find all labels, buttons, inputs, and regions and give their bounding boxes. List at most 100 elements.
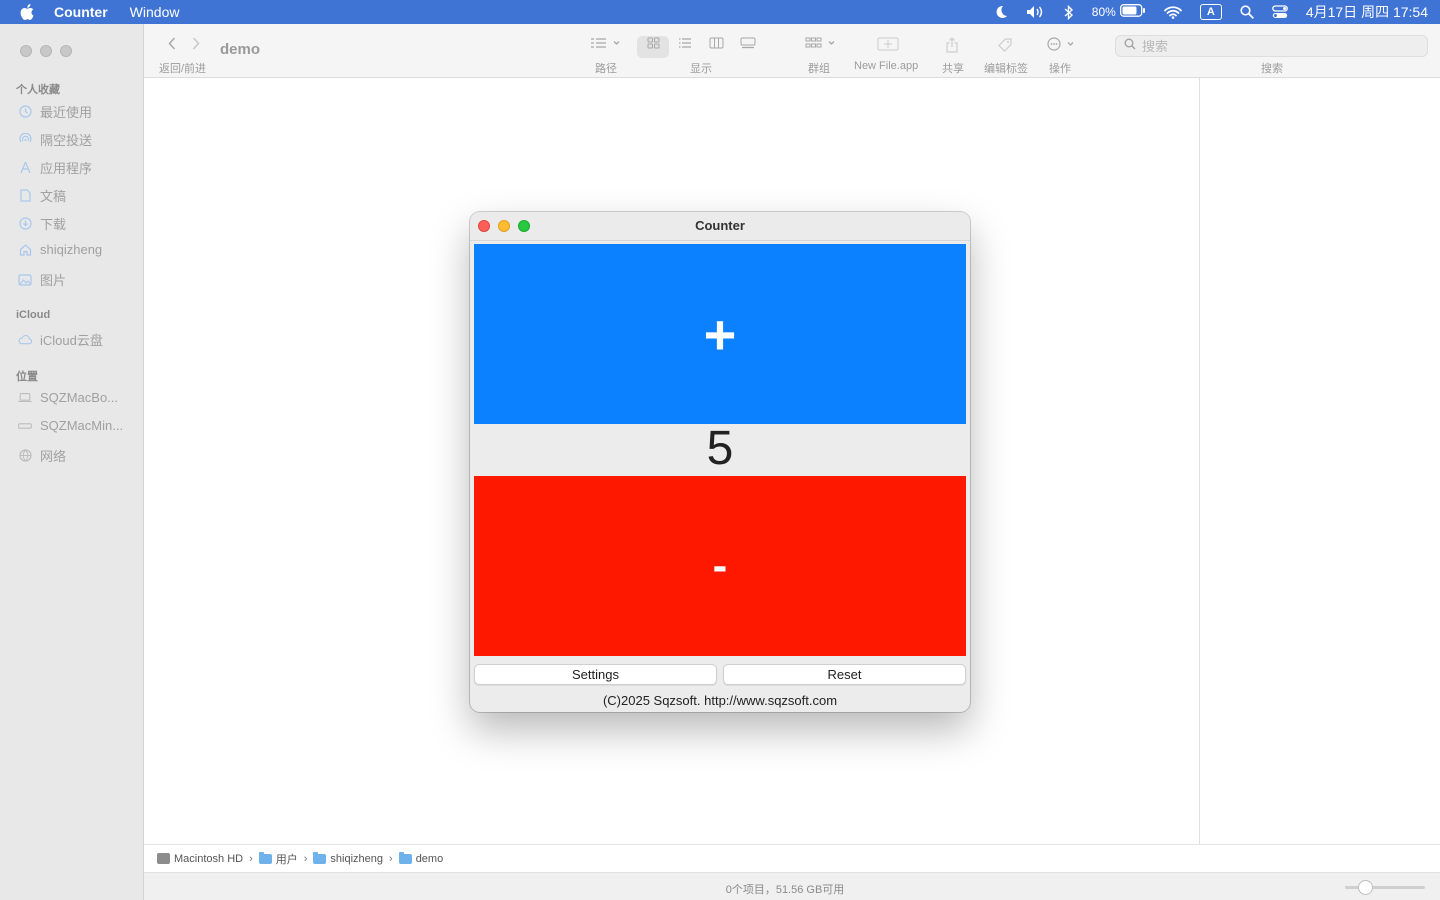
airdrop-icon — [18, 133, 32, 147]
nav-label: 返回/前进 — [159, 63, 207, 75]
sidebar-item-label: 最近使用 — [40, 105, 93, 120]
menu-window[interactable]: Window — [119, 4, 191, 20]
reset-button[interactable]: Reset — [723, 664, 966, 685]
path-bar: Macintosh HD › 用户 › shiqizheng › demo — [144, 844, 1440, 872]
path-label: 路径 — [595, 63, 617, 75]
sidebar-heading-locations: 位置 — [16, 371, 38, 383]
path-item-demo[interactable]: demo — [398, 851, 444, 865]
status-bar: 0个项目，51.56 GB可用 — [144, 872, 1440, 900]
counter-titlebar[interactable]: Counter — [470, 212, 970, 241]
sidebar-item-label: iCloud云盘 — [40, 333, 103, 348]
sidebar-item-label: 文稿 — [40, 189, 67, 204]
list-view-icon[interactable] — [678, 37, 692, 49]
sidebar-item-pictures[interactable]: 图片 — [18, 270, 66, 289]
counter-window: Counter + 5 - Settings Reset (C)2025 Sqz… — [470, 212, 970, 712]
sidebar-heading-favorites: 个人收藏 — [16, 84, 60, 96]
input-method-indicator[interactable]: A — [1199, 4, 1222, 20]
path-item-label: 用户 — [275, 853, 298, 866]
chevron-right-icon: › — [249, 852, 253, 865]
path-item-label: demo — [415, 852, 444, 865]
sidebar-item-airdrop[interactable]: 隔空投送 — [18, 130, 92, 149]
photo-icon — [18, 273, 32, 287]
icon-size-slider[interactable] — [1345, 886, 1425, 889]
menu-bar: Counter Window 80% A 4月17日 周四 17:54 — [0, 0, 1440, 24]
folder-icon — [398, 851, 412, 864]
sidebar-item-label: SQZMacMin... — [40, 418, 124, 433]
sidebar-item-macbook[interactable]: SQZMacBo... — [18, 390, 118, 405]
path-item-home[interactable]: shiqizheng — [313, 851, 384, 865]
group-label: 群组 — [808, 63, 830, 75]
menu-clock[interactable]: 4月17日 周四 17:54 — [1306, 2, 1428, 22]
sidebar-item-documents[interactable]: 文稿 — [18, 186, 66, 205]
volume-icon[interactable] — [1026, 5, 1046, 19]
control-center-icon[interactable] — [1271, 5, 1288, 19]
apple-icon[interactable] — [0, 4, 54, 20]
share-icon[interactable] — [946, 37, 958, 53]
sidebar-heading-icloud: iCloud — [16, 309, 51, 321]
finder-title: demo — [220, 41, 261, 58]
download-icon — [18, 217, 32, 231]
search-icon — [1124, 37, 1136, 55]
path-item-users[interactable]: 用户 — [258, 851, 298, 867]
sidebar-item-label: 图片 — [40, 273, 67, 288]
battery-status[interactable]: 80% — [1092, 4, 1146, 20]
folder-icon — [258, 851, 272, 864]
search-input[interactable] — [1142, 38, 1412, 54]
sidebar-item-label: SQZMacBo... — [40, 390, 119, 405]
battery-icon — [1119, 4, 1146, 20]
spotlight-search-icon[interactable] — [1240, 5, 1254, 19]
moon-icon[interactable] — [994, 5, 1008, 19]
icon-size-slider-knob[interactable] — [1358, 880, 1373, 895]
mini-icon — [18, 419, 32, 433]
preview-pane-divider[interactable] — [1199, 78, 1200, 844]
settings-button[interactable]: Settings — [474, 664, 717, 685]
group-icon[interactable] — [805, 37, 837, 49]
finder-close-button[interactable] — [20, 45, 32, 57]
finder-window-controls — [20, 45, 72, 57]
gallery-view-icon[interactable] — [740, 37, 756, 49]
document-icon — [18, 189, 32, 203]
folder-icon — [313, 851, 327, 864]
status-text: 0个项目，51.56 GB可用 — [725, 884, 845, 896]
tag-icon[interactable] — [997, 37, 1013, 53]
sidebar-item-downloads[interactable]: 下载 — [18, 214, 66, 233]
sidebar-item-label: 隔空投送 — [40, 133, 93, 148]
sidebar-item-network[interactable]: 网络 — [18, 446, 66, 465]
search-field[interactable] — [1115, 35, 1428, 57]
counter-window-title: Counter — [695, 218, 745, 233]
path-item-disk[interactable]: Macintosh HD — [157, 853, 243, 865]
sidebar-item-recents[interactable]: 最近使用 — [18, 102, 92, 121]
decrement-button[interactable]: - — [474, 476, 966, 656]
copyright-text: (C)2025 Sqzsoft. http://www.sqzsoft.com — [602, 693, 838, 708]
sidebar-item-label: 网络 — [40, 449, 67, 464]
share-label: 共享 — [942, 63, 964, 75]
finder-zoom-button[interactable] — [60, 45, 72, 57]
sidebar-item-home[interactable]: shiqizheng — [18, 242, 102, 257]
column-view-icon[interactable] — [709, 37, 724, 49]
back-icon[interactable] — [168, 37, 176, 50]
increment-button[interactable]: + — [474, 244, 966, 424]
network-icon — [18, 449, 32, 463]
wifi-icon[interactable] — [1163, 5, 1182, 19]
path-menu-icon[interactable] — [590, 37, 620, 49]
sidebar-item-label: shiqizheng — [40, 242, 103, 257]
new-file-label: New File.app — [854, 60, 919, 72]
apps-icon — [18, 161, 32, 175]
grid-view-icon[interactable] — [647, 37, 660, 49]
tags-label: 编辑标签 — [984, 63, 1028, 75]
action-menu-icon[interactable] — [1047, 37, 1077, 51]
finder-minimize-button[interactable] — [40, 45, 52, 57]
sidebar-item-macmini[interactable]: SQZMacMin... — [18, 418, 123, 433]
menu-app-name[interactable]: Counter — [54, 4, 119, 20]
bluetooth-icon[interactable] — [1064, 4, 1074, 20]
new-file-icon[interactable] — [877, 37, 899, 51]
battery-percent: 80% — [1091, 5, 1116, 19]
cloud-icon — [18, 333, 32, 347]
sidebar-item-applications[interactable]: 应用程序 — [18, 158, 92, 177]
search-label: 搜索 — [1261, 63, 1283, 75]
action-label: 操作 — [1049, 63, 1071, 75]
sidebar-item-icloud-drive[interactable]: iCloud云盘 — [18, 330, 103, 349]
forward-icon[interactable] — [192, 37, 200, 50]
chevron-right-icon: › — [389, 852, 393, 865]
path-item-label: shiqizheng — [330, 852, 384, 865]
